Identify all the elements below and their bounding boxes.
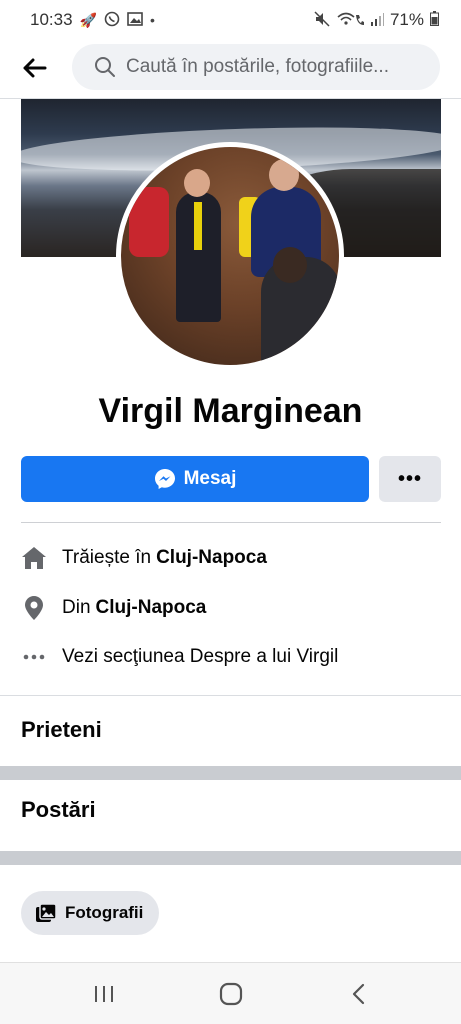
avatar-shape-red [129,187,169,257]
more-options-button[interactable]: ••• [379,456,441,502]
more-options-label: ••• [397,467,422,490]
status-bar-left: 10:33 🚀 • [30,10,155,30]
home-icon [21,545,47,571]
battery-percent: 71% [389,10,424,29]
photos-filter-label: Fotografii [65,903,144,922]
recent-apps-icon [94,985,113,1002]
mute-icon [314,10,330,30]
see-about-row[interactable]: Vezi secţiunea Despre a lui Virgil [21,641,338,673]
recent-apps-button[interactable] [74,969,134,1019]
system-nav-bar [0,962,461,1024]
section-gap [0,851,461,865]
back-arrow-icon [23,58,47,78]
signal-icon [370,12,384,29]
see-about-label: Vezi secţiunea Despre a lui Virgil [62,646,339,667]
more-dots-icon [21,644,47,670]
status-bar: 10:33 🚀 • 71% [0,0,461,40]
home-button[interactable] [201,969,261,1019]
from-city[interactable]: Cluj-Napoca [96,597,207,619]
search-bar[interactable] [72,44,440,90]
dot-icon: • [149,12,155,28]
search-input[interactable] [126,56,416,78]
section-divider [0,695,461,696]
avatar-shape-head [184,169,210,197]
whatsapp-icon [104,11,120,30]
lives-in-city[interactable]: Cluj-Napoca [156,547,267,569]
intro-divider [21,522,441,523]
search-icon [95,57,115,77]
message-button-label: Mesaj [183,468,237,489]
wifi-call-icon [336,11,364,30]
message-button[interactable]: Mesaj [21,456,369,502]
location-pin-icon [21,595,47,621]
photos-filter-chip[interactable]: Fotografii [21,891,160,935]
image-icon [127,11,143,29]
avatar-shape-head [273,247,307,283]
battery-icon [430,11,439,29]
friends-section-title[interactable]: Prieteni [21,717,102,743]
profile-picture[interactable] [116,142,344,370]
status-time: 10:33 [30,10,73,29]
posts-section-title[interactable]: Postări [21,797,96,823]
avatar-shape-head [269,159,299,191]
chevron-left-icon [352,983,364,1004]
profile-name: Virgil Marginean [98,392,363,430]
lives-in-row: Trăiește în Cluj-Napoca [21,542,267,574]
top-bar [0,40,461,96]
from-row: Din Cluj-Napoca [21,592,206,624]
status-bar-right: 71% [314,10,439,30]
photos-icon [36,903,57,922]
back-button[interactable] [0,40,70,96]
section-gap [0,766,461,780]
messenger-icon [154,469,175,489]
nav-back-button[interactable] [328,969,388,1019]
home-circle-icon [219,982,242,1005]
from-prefix: Din [62,597,91,618]
avatar-shape-tie [194,202,202,250]
lives-in-prefix: Trăiește în [62,547,152,568]
rocket-icon: 🚀 [79,11,97,28]
